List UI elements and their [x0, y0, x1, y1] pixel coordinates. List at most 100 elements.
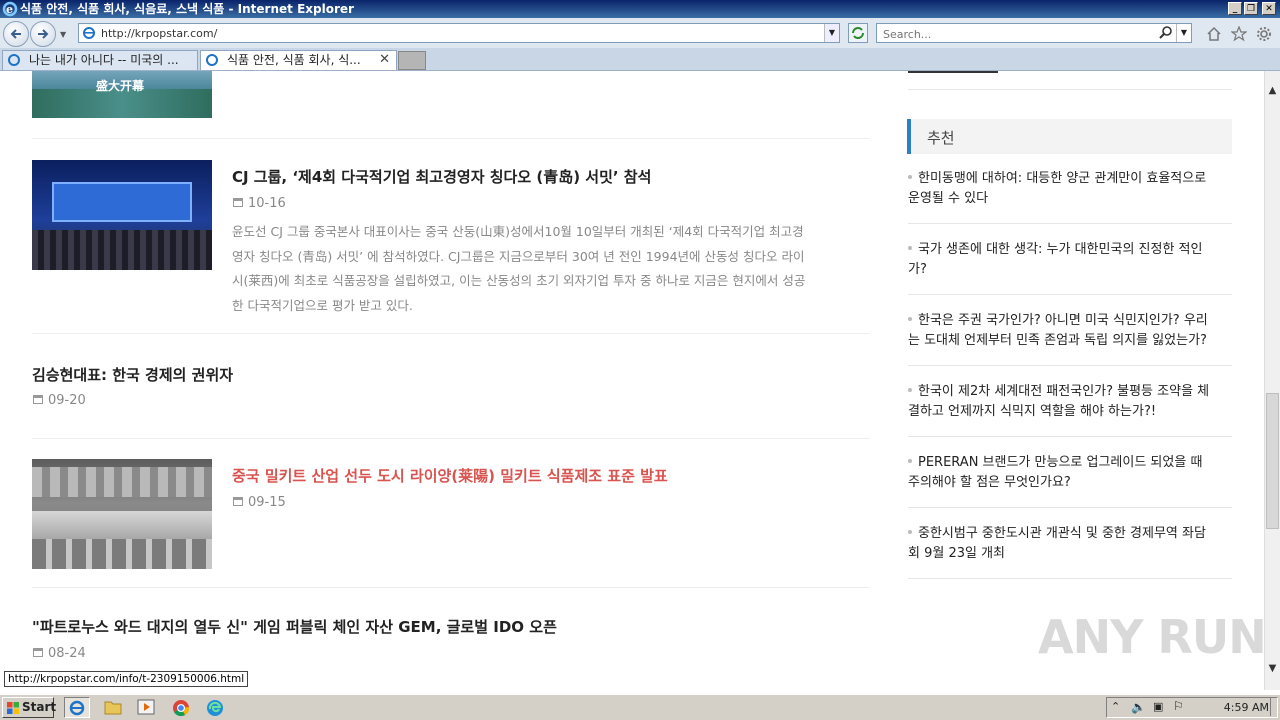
show-desktop-button[interactable]: [1270, 698, 1279, 716]
network-icon[interactable]: ▣: [1153, 700, 1163, 713]
scroll-up-icon[interactable]: ▲: [1265, 85, 1280, 101]
svg-text:e: e: [6, 3, 13, 16]
date-text: 09-20: [48, 393, 86, 408]
history-dropdown-icon[interactable]: ▼: [60, 30, 66, 39]
article-date: 09-15: [232, 495, 286, 510]
sidebar-item-text: 국가 생존에 대한 생각: 누가 대한민국의 진정한 적인: [918, 242, 1203, 257]
back-arrow-icon: [10, 29, 21, 39]
article-title-link[interactable]: 중국 밀키트 산업 선두 도시 라이양(莱陽) 밀키트 식품제조 표준 발표: [232, 465, 668, 486]
date-text: 08-24: [48, 646, 86, 661]
summary-line: 윤도선 CJ 그룹 중국본사 대표이사는 중국 산둥(山東)성에서10월 10일…: [232, 224, 804, 239]
tab-1[interactable]: 나는 내가 아니다 -- 미국의 ...: [2, 50, 198, 70]
bullet-icon: [908, 388, 912, 392]
bullet-icon: [908, 530, 912, 534]
ie-icon: [69, 700, 85, 716]
taskbar-ie-button[interactable]: [64, 697, 90, 718]
search-dropdown-icon[interactable]: ▼: [1176, 24, 1191, 42]
edge-icon[interactable]: [206, 699, 224, 717]
search-icon[interactable]: [1159, 26, 1173, 40]
tab-ie-icon: [8, 54, 20, 66]
sidebar-item-text: 회 9월 23일 개최: [908, 546, 1006, 561]
search-box[interactable]: ▼: [876, 23, 1192, 43]
divider: [32, 333, 870, 334]
tab-close-icon[interactable]: ✕: [379, 51, 390, 69]
article-thumbnail[interactable]: [32, 459, 212, 569]
divider: [908, 507, 1232, 508]
start-button[interactable]: Start: [2, 697, 57, 718]
tab-bar: 나는 내가 아니다 -- 미국의 ... 식품 안전, 식품 회사, 식... …: [0, 48, 1280, 71]
refresh-button[interactable]: [848, 23, 868, 43]
refresh-icon: [852, 27, 864, 39]
favorites-star-icon[interactable]: [1231, 26, 1247, 42]
back-button[interactable]: [3, 21, 29, 47]
sidebar-item-text: 결하고 언제까지 식믹지 역할을 해야 하는가?!: [908, 404, 1157, 419]
window-title: 식품 안전, 식품 회사, 식음료, 스낵 식품 - Internet Expl…: [20, 2, 354, 16]
home-icon[interactable]: [1206, 26, 1222, 42]
sidebar-item[interactable]: 한미동맹에 대하여: 대등한 양군 관계만이 효율적으로 운영될 수 있다: [908, 169, 1232, 209]
forward-button[interactable]: [30, 21, 56, 47]
address-dropdown-icon[interactable]: ▼: [824, 24, 839, 42]
sidebar-item[interactable]: 중한시범구 중한도시관 개관식 및 중한 경제무역 좌담 회 9월 23일 개최: [908, 524, 1232, 564]
thumbnail-caption: 盛大开幕: [96, 79, 145, 93]
windows-logo-icon: [7, 702, 19, 714]
start-label: Start: [22, 700, 57, 714]
page-content: 盛大开幕 CJ 그룹, ‘제4회 다국적기업 최고경영자 칭다오 (青岛) 서밋…: [0, 71, 1264, 690]
settings-gear-icon[interactable]: [1256, 26, 1272, 42]
article-title-link[interactable]: 김승현대표: 한국 경제의 권위자: [32, 364, 233, 385]
date-text: 10-16: [248, 196, 286, 211]
divider: [908, 89, 1232, 90]
article-date: 08-24: [32, 646, 86, 661]
search-input[interactable]: [881, 26, 1155, 42]
article-title-link[interactable]: "파트로누스 와드 대지의 열두 신" 게임 퍼블릭 체인 자산 GEM, 글로…: [32, 616, 557, 637]
sidebar-item[interactable]: 국가 생존에 대한 생각: 누가 대한민국의 진정한 적인 가?: [908, 240, 1232, 280]
article-thumbnail[interactable]: [32, 160, 212, 270]
divider: [908, 294, 1232, 295]
tab-2-active[interactable]: 식품 안전, 식품 회사, 식... ✕: [200, 50, 397, 70]
sidebar-item[interactable]: 한국이 제2차 세계대전 패전국인가? 불평등 조약을 체 결하고 언제까지 식…: [908, 382, 1232, 422]
calendar-icon: [233, 497, 243, 506]
volume-icon[interactable]: 🔈: [1131, 700, 1146, 714]
divider: [32, 138, 870, 139]
summary-line: 영자 칭다오 (青岛) 서밋’ 에 참석하였다. CJ그룹은 지금으로부터 30…: [232, 248, 805, 264]
tab-label: 식품 안전, 식품 회사, 식...: [227, 53, 361, 67]
article-thumbnail[interactable]: 盛大开幕: [32, 71, 212, 118]
sidebar-item[interactable]: 한국은 주권 국가인가? 아니면 미국 식민지인가? 우리 는 도대체 언제부터…: [908, 311, 1232, 351]
calendar-icon: [233, 198, 243, 207]
scroll-down-icon[interactable]: ▼: [1265, 663, 1280, 679]
address-field[interactable]: http://krpopstar.com/ ▼: [78, 23, 840, 43]
summary-line: 시(莱西)에 최초로 식품공장을 설립하였고, 이는 산동성의 초기 외자기업 …: [232, 273, 806, 288]
bullet-icon: [908, 246, 912, 250]
close-window-button[interactable]: ✕: [1262, 2, 1276, 15]
bullet-icon: [908, 459, 912, 463]
chrome-icon[interactable]: [172, 699, 190, 717]
calendar-icon: [33, 395, 43, 404]
new-tab-button[interactable]: [398, 51, 426, 70]
article-title-link[interactable]: CJ 그룹, ‘제4회 다국적기업 최고경영자 칭다오 (青岛) 서밋’ 참석: [232, 166, 651, 187]
sidebar-item-text: 는 도대체 언제부터 민족 존엄과 독립 의지를 잃었는가?: [908, 333, 1207, 348]
sidebar-thumbnail-edge: [908, 71, 998, 73]
sidebar-item-text: 가?: [908, 262, 927, 277]
media-player-icon[interactable]: [137, 699, 155, 715]
tray-expand-icon[interactable]: ⌃: [1111, 700, 1120, 713]
bullet-icon: [908, 175, 912, 179]
folder-icon[interactable]: [104, 699, 122, 715]
sidebar-item-text: 한미동맹에 대하여: 대등한 양군 관계만이 효율적으로: [918, 171, 1207, 186]
article-date: 09-20: [32, 393, 86, 408]
flag-icon[interactable]: ⚐: [1173, 699, 1184, 713]
summary-line: 한 다국적기업으로 평가 받고 있다.: [232, 297, 413, 313]
tab-ie-icon: [206, 54, 218, 66]
date-text: 09-15: [248, 495, 286, 510]
sidebar-heading: 추천: [907, 119, 1232, 154]
sidebar-item-text: 한국은 주권 국가인가? 아니면 미국 식민지인가? 우리: [918, 313, 1208, 328]
article-summary: 윤도선 CJ 그룹 중국본사 대표이사는 중국 산둥(山東)성에서10월 10일…: [232, 220, 872, 318]
sidebar-heading-text: 추천: [927, 129, 955, 147]
tab-label: 나는 내가 아니다 -- 미국의 ...: [29, 53, 179, 67]
ie-logo-icon: e: [2, 1, 18, 17]
sidebar-item[interactable]: PERERAN 브랜드가 만능으로 업그레이드 되었을 때 주의해야 할 점은 …: [908, 453, 1232, 493]
minimize-button[interactable]: _: [1228, 2, 1242, 15]
scroll-thumb[interactable]: [1266, 393, 1279, 529]
vertical-scrollbar[interactable]: ▲ ▼: [1264, 71, 1280, 690]
restore-button[interactable]: ❐: [1244, 2, 1258, 15]
calendar-icon: [33, 648, 43, 657]
divider: [908, 223, 1232, 224]
